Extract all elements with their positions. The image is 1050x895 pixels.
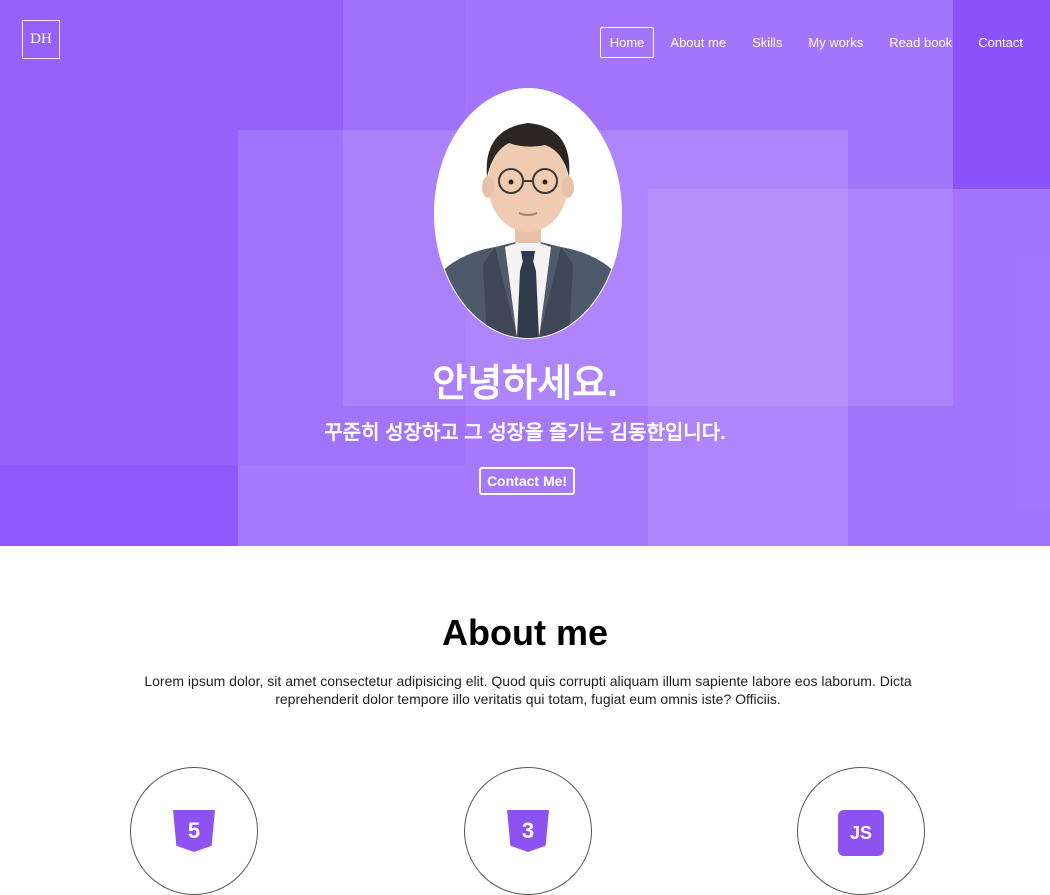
- html5-icon: 5: [173, 810, 215, 852]
- avatar: [434, 88, 622, 339]
- hero-bg-square: [0, 465, 238, 546]
- contact-me-button[interactable]: Contact Me!: [479, 467, 575, 495]
- skill-circle-css: 3: [464, 767, 592, 895]
- css3-icon: 3: [507, 810, 549, 852]
- nav-item-contact[interactable]: Contact: [968, 27, 1033, 58]
- nav-item-home[interactable]: Home: [599, 27, 655, 58]
- logo-text: DH: [30, 31, 52, 47]
- skill-circle-html: 5: [130, 767, 258, 895]
- profile-photo: [435, 89, 621, 338]
- nav-item-my-works[interactable]: My works: [798, 27, 873, 58]
- hero-title: 안녕하세요.: [432, 363, 618, 405]
- javascript-icon: JS: [838, 810, 884, 856]
- main-nav: Home About me Skills My works Read book …: [594, 27, 1033, 58]
- nav-item-read-book[interactable]: Read book: [879, 27, 962, 58]
- nav-item-about-me[interactable]: About me: [660, 27, 736, 58]
- hero-section: DH Home About me Skills My works Read bo…: [0, 0, 1050, 546]
- site-logo[interactable]: DH: [22, 20, 60, 59]
- skill-circle-js: JS: [797, 767, 925, 895]
- nav-item-skills[interactable]: Skills: [742, 27, 792, 58]
- about-description: Lorem ipsum dolor, sit amet consectetur …: [144, 673, 912, 707]
- hero-subtitle: 꾸준히 성장하고 그 성장을 즐기는 김동한입니다.: [324, 422, 726, 444]
- about-title: About me: [442, 612, 608, 653]
